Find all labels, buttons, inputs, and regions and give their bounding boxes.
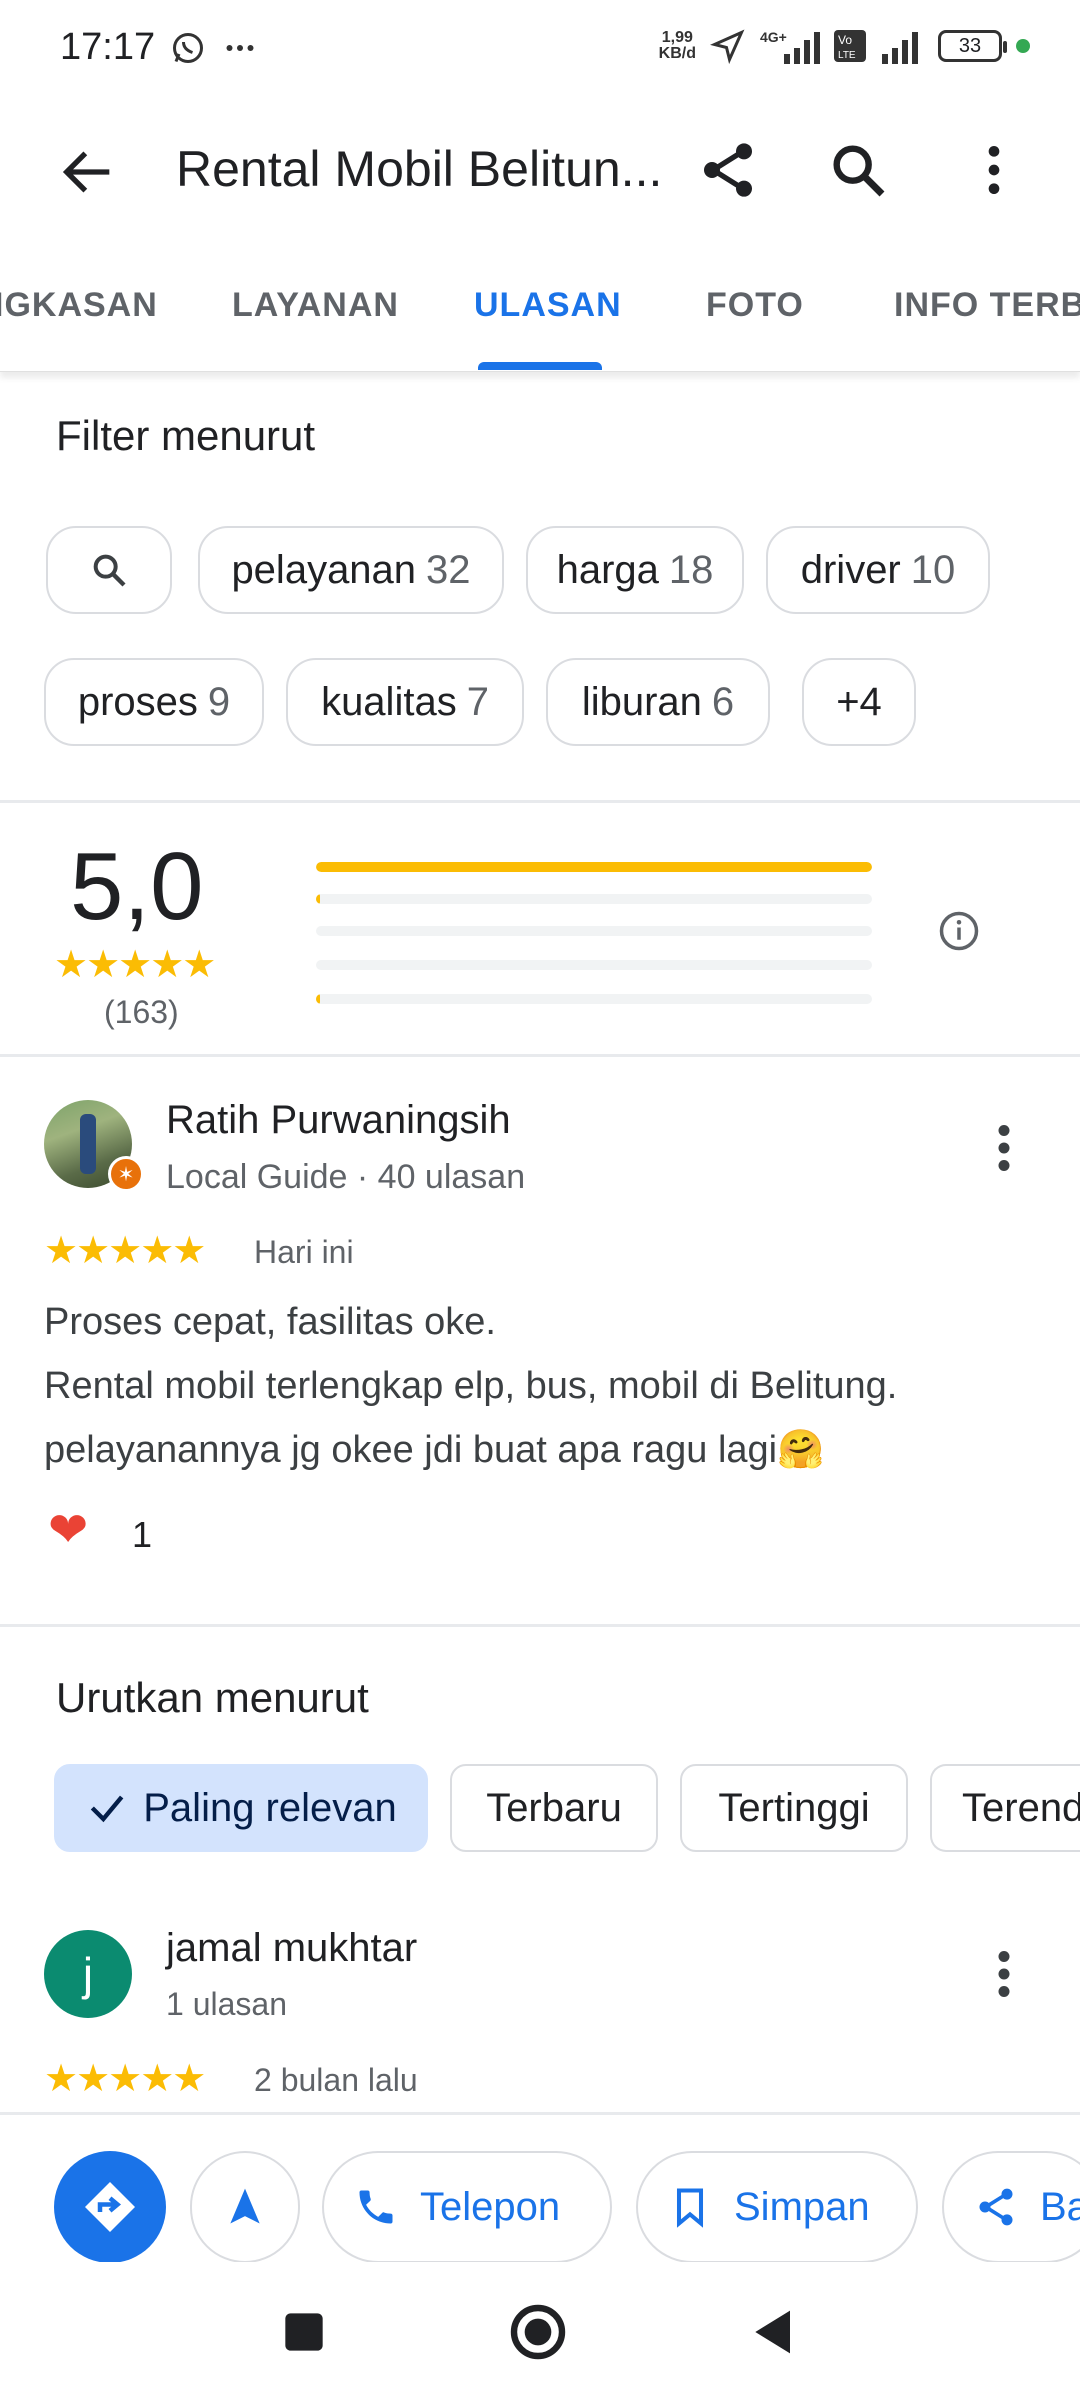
tab-reviews[interactable]: ULASAN [474, 286, 622, 325]
navigation-arrow-icon [230, 2188, 260, 2224]
rating-bar-fill [316, 862, 872, 872]
share-button[interactable]: Bagikan [942, 2151, 1080, 2263]
rating-bar-fill [316, 894, 320, 904]
action-bar: Telepon Simpan Bagikan [0, 2112, 1080, 2263]
divider [0, 1054, 1080, 1057]
filter-chip-harga[interactable]: harga 18 [526, 526, 744, 614]
recents-icon[interactable] [272, 2300, 336, 2364]
average-rating-stars: ★★★★★ [54, 944, 216, 986]
share-icon [979, 2188, 1013, 2226]
like-count: 1 [132, 1514, 153, 1555]
filter-chip-driver[interactable]: driver 10 [766, 526, 990, 614]
call-button[interactable]: Telepon [322, 2151, 612, 2263]
filter-chip-kualitas[interactable]: kualitas 7 [286, 658, 524, 746]
whatsapp-icon [173, 33, 203, 63]
avatar[interactable]: j [44, 1930, 132, 2018]
svg-text:LTE: LTE [838, 50, 856, 61]
rating-count: (163) [104, 994, 179, 1030]
system-nav-bar [0, 2262, 1080, 2400]
reviewer-name[interactable]: jamal mukhtar [166, 1926, 417, 1971]
review-stars: ★★★★★ [44, 2058, 206, 2100]
filter-chip-liburan[interactable]: liburan 6 [546, 658, 770, 746]
average-rating: 5,0 [70, 833, 204, 940]
reviewer-name[interactable]: Ratih Purwaningsih [166, 1098, 511, 1143]
sort-chip-lowest[interactable]: Terendah [930, 1764, 1080, 1852]
share-icon[interactable] [696, 138, 760, 202]
sort-chip-highest[interactable]: Tertinggi [680, 1764, 908, 1852]
heart-icon[interactable]: ❤ [48, 1502, 88, 1558]
network-speed: 1,99 KB/d [658, 29, 696, 62]
tab-services[interactable]: LAYANAN [232, 286, 399, 325]
rating-bar-3 [316, 926, 872, 936]
svg-text:Vo: Vo [838, 33, 852, 47]
rating-bar-5 [316, 862, 872, 872]
active-tab-indicator [478, 362, 602, 370]
svg-text:4G+: 4G+ [760, 29, 787, 45]
info-icon[interactable] [938, 910, 980, 952]
local-guide-badge-icon: ✶ [108, 1156, 144, 1192]
filter-title: Filter menurut [56, 412, 316, 459]
save-button[interactable]: Simpan [636, 2151, 918, 2263]
filter-chip-proses[interactable]: proses 9 [44, 658, 264, 746]
location-arrow-icon [710, 29, 745, 64]
divider [0, 800, 1080, 803]
directions-button[interactable] [54, 2151, 166, 2263]
review-date: 2 bulan lalu [254, 2062, 418, 2098]
tab-photos[interactable]: FOTO [706, 286, 804, 325]
reviewer-meta: 1 ulasan [166, 1986, 287, 2022]
sort-chip-relevant[interactable]: Paling relevan [54, 1764, 428, 1852]
filter-chip-more[interactable]: +4 [802, 658, 916, 746]
tab-bar: IGKASAN LAYANAN ULASAN FOTO INFO TERBA [0, 260, 1080, 372]
rating-bar-fill [316, 994, 320, 1004]
review-date: Hari ini [254, 1234, 354, 1270]
volte-icon: Vo LTE [834, 30, 866, 62]
filter-chip-pelayanan[interactable]: pelayanan 32 [198, 526, 504, 614]
filter-search-chip[interactable] [46, 526, 172, 614]
signal-4g-icon: 4G+ [760, 29, 820, 64]
app-bar: Rental Mobil Belitun... [0, 100, 1080, 240]
rating-bar-4 [316, 894, 872, 904]
review-more-icon[interactable] [984, 1118, 1024, 1178]
search-icon[interactable] [826, 138, 890, 202]
bookmark-icon [676, 2188, 704, 2228]
directions-icon [85, 2182, 135, 2232]
search-icon [93, 554, 126, 587]
review-more-icon[interactable] [984, 1944, 1024, 2004]
home-icon[interactable] [506, 2300, 570, 2364]
check-icon [91, 1795, 124, 1823]
divider [0, 1624, 1080, 1627]
reviewer-meta: Local Guide · 40 ulasan [166, 1158, 526, 1196]
more-notifications-icon [226, 45, 254, 51]
tab-updates[interactable]: INFO TERBA [894, 286, 1080, 325]
status-time: 17:17 [60, 26, 156, 68]
back-arrow-icon[interactable] [56, 140, 120, 204]
review-text[interactable]: Proses cepat, fasilitas oke. Rental mobi… [44, 1290, 1044, 1482]
privacy-indicator [1016, 39, 1030, 53]
back-icon[interactable] [742, 2300, 806, 2364]
battery-icon: 33 [938, 30, 1007, 62]
phone-icon [359, 2190, 393, 2224]
rating-bar-2 [316, 960, 872, 970]
start-navigation-button[interactable] [190, 2151, 300, 2263]
sort-title: Urutkan menurut [56, 1674, 369, 1721]
more-vert-icon[interactable] [962, 138, 1026, 202]
review-stars: ★★★★★ [44, 1230, 206, 1272]
status-bar: 17:17 1,99 KB/d 4G+ Vo LTE 33 [0, 0, 1080, 100]
tab-overview[interactable]: IGKASAN [0, 286, 158, 325]
signal-icon [882, 32, 918, 64]
rating-bar-1 [316, 994, 872, 1004]
place-title: Rental Mobil Belitun... [176, 141, 663, 197]
sort-chip-newest[interactable]: Terbaru [450, 1764, 658, 1852]
